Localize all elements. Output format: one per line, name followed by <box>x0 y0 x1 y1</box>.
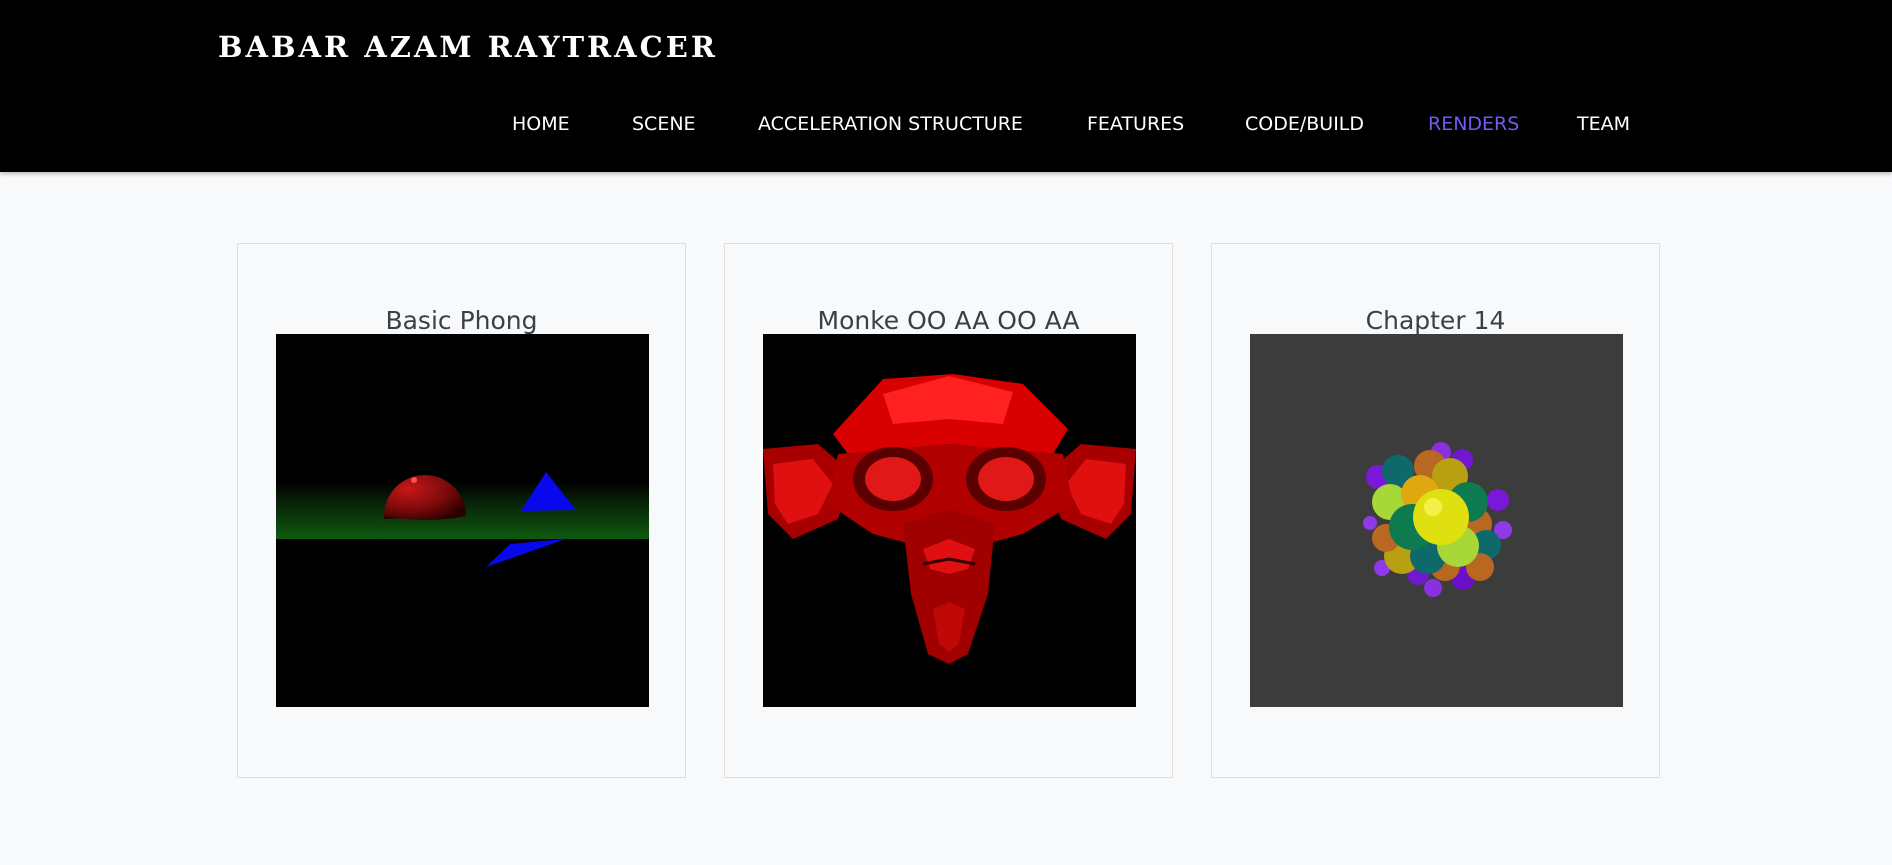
nav-features[interactable]: FEATURES <box>1087 113 1184 135</box>
nav-team[interactable]: TEAM <box>1577 113 1630 135</box>
sphere-cluster-render <box>1250 334 1623 707</box>
phong-scene-render <box>276 334 649 707</box>
render-card-chapter-14: Chapter 14 <box>1211 243 1660 778</box>
site-brand[interactable]: BABAR AZAM RAYTRACER <box>218 30 718 64</box>
nav-renders[interactable]: RENDERS <box>1428 113 1519 135</box>
render-card-monke: Monke OO AA OO AA <box>724 243 1173 778</box>
nav-acceleration-structure[interactable]: ACCELERATION STRUCTURE <box>758 113 1023 135</box>
render-card-basic-phong: Basic Phong <box>237 243 686 778</box>
render-title: Chapter 14 <box>1365 306 1506 335</box>
render-title: Monke OO AA OO AA <box>817 306 1080 335</box>
site-header: BABAR AZAM RAYTRACER HOME SCENE ACCELERA… <box>0 0 1892 172</box>
render-title: Basic Phong <box>385 306 538 335</box>
nav-scene[interactable]: SCENE <box>632 113 696 135</box>
nav-home[interactable]: HOME <box>512 113 570 135</box>
monkey-head-render <box>763 334 1136 707</box>
nav-code-build[interactable]: CODE/BUILD <box>1245 113 1364 135</box>
